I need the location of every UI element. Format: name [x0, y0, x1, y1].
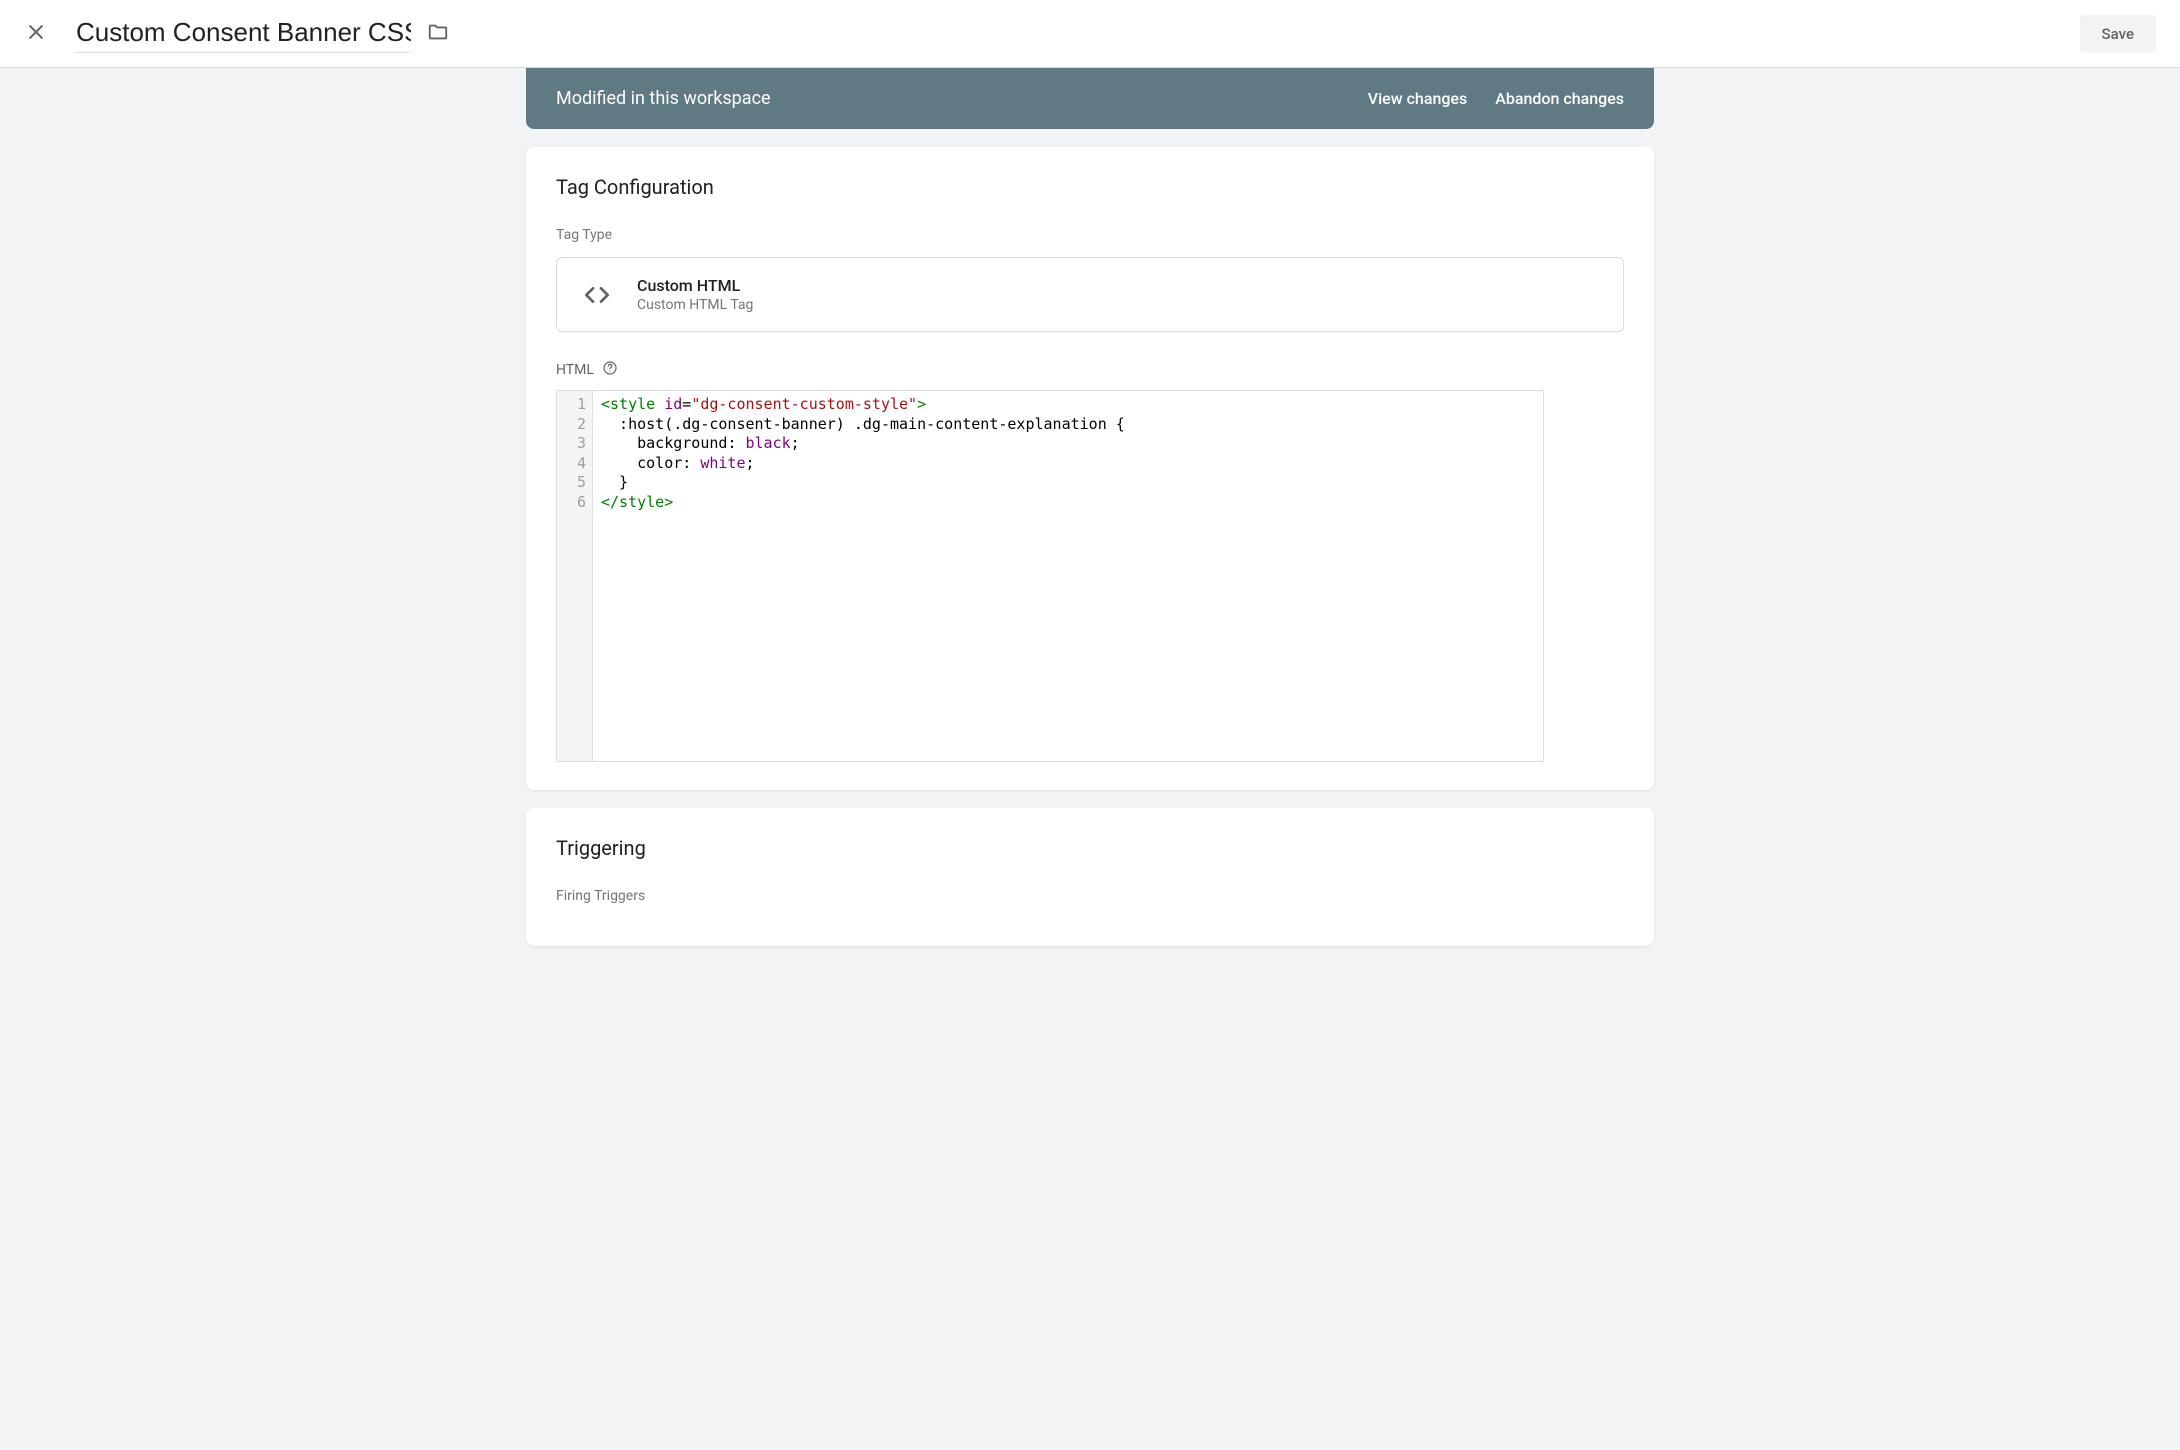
- help-icon: [602, 360, 618, 380]
- page-header: Save: [0, 0, 2180, 68]
- html-help-button[interactable]: [602, 360, 618, 380]
- custom-html-icon: [579, 277, 615, 313]
- close-icon: [25, 21, 47, 47]
- code-area[interactable]: <style id="dg-consent-custom-style"> :ho…: [593, 391, 1543, 761]
- tag-type-name: Custom HTML: [637, 276, 753, 295]
- close-button[interactable]: [24, 22, 48, 46]
- tag-configuration-card: Tag Configuration Tag Type Custom HTML C…: [526, 147, 1654, 790]
- code-line: }: [601, 473, 1535, 493]
- workspace-banner-label: Modified in this workspace: [556, 88, 1340, 109]
- folder-button[interactable]: [427, 21, 449, 47]
- code-line: </style>: [601, 493, 1535, 513]
- code-line: :host(.dg-consent-banner) .dg-main-conte…: [601, 415, 1535, 435]
- abandon-changes-link[interactable]: Abandon changes: [1495, 89, 1624, 108]
- workspace-modified-banner: Modified in this workspace View changes …: [526, 68, 1654, 129]
- html-field-label: HTML: [556, 362, 594, 378]
- tag-type-selector[interactable]: Custom HTML Custom HTML Tag: [556, 257, 1624, 332]
- firing-triggers-label: Firing Triggers: [556, 888, 1624, 904]
- code-line: background: black;: [601, 434, 1535, 454]
- triggering-card: Triggering Firing Triggers: [526, 808, 1654, 946]
- html-code-editor[interactable]: 123456 <style id="dg-consent-custom-styl…: [556, 390, 1544, 762]
- tag-type-desc: Custom HTML Tag: [637, 297, 753, 313]
- folder-icon: [427, 21, 449, 47]
- code-line: <style id="dg-consent-custom-style">: [601, 395, 1535, 415]
- tag-config-title: Tag Configuration: [556, 175, 1624, 199]
- save-button[interactable]: Save: [2080, 15, 2156, 53]
- code-gutter: 123456: [557, 391, 593, 761]
- triggering-title: Triggering: [556, 836, 1624, 860]
- code-line: color: white;: [601, 454, 1535, 474]
- tag-type-label: Tag Type: [556, 227, 1624, 243]
- view-changes-link[interactable]: View changes: [1368, 89, 1467, 108]
- tag-name-input[interactable]: [76, 15, 411, 53]
